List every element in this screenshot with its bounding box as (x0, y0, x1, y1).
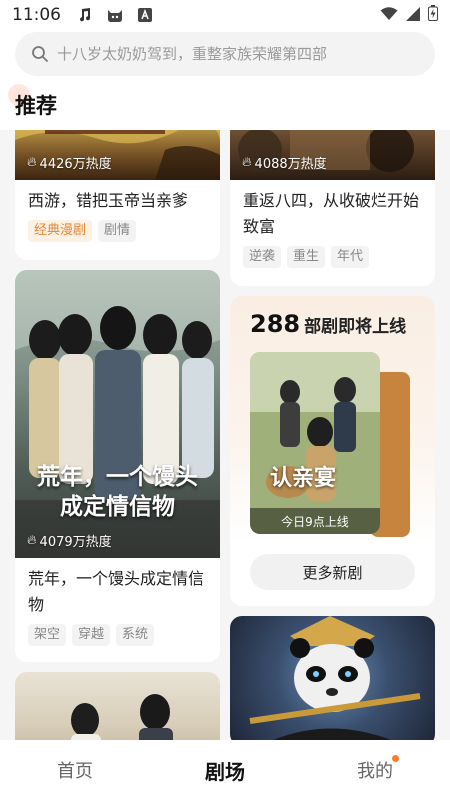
drama-card[interactable] (15, 672, 220, 740)
search-bar[interactable] (15, 32, 435, 76)
header: 推荐 (0, 30, 450, 130)
card-title: 重返八四，从收破烂开始致富 (243, 191, 420, 236)
tag: 重生 (287, 246, 326, 268)
flame-icon: 🔥︎ (27, 533, 37, 548)
cat-app-icon (105, 5, 125, 25)
search-input[interactable] (57, 45, 417, 63)
wifi-icon (380, 6, 398, 25)
flame-icon: 🔥︎ (242, 155, 252, 170)
poster-art (71, 694, 173, 740)
nav-mine[interactable]: 我的 (300, 755, 450, 783)
status-time: 11:06 (12, 5, 61, 25)
battery-icon (428, 5, 438, 25)
flame-icon: 🔥︎ (27, 155, 37, 170)
heat-indicator: 🔥︎ 4426万热度 (27, 153, 112, 172)
tag: 年代 (331, 246, 370, 268)
notification-dot (392, 755, 399, 762)
upcoming-poster[interactable]: 认亲宴 今日9点上线 (250, 352, 380, 534)
tag-list: 架空 穿越 系统 (15, 622, 220, 646)
heat-indicator: 🔥︎ 4079万热度 (27, 531, 112, 550)
more-new-dramas-button[interactable]: 更多新剧 (250, 554, 415, 590)
tag-list: 逆袭 重生 年代 (230, 244, 435, 268)
a-app-icon (135, 5, 155, 25)
bottom-nav: 首页 剧场 我的 (0, 740, 450, 800)
drama-feed[interactable]: 🔥︎ 4426万热度 西游，错把玉帝当亲爹 经典漫剧 剧情 🔥︎ 4088万热度… (0, 130, 450, 740)
search-icon (32, 46, 48, 62)
poster-title-line2: 成定情信物 (60, 494, 175, 520)
release-time: 今日9点上线 (250, 508, 380, 534)
drama-card[interactable] (230, 616, 435, 740)
tag: 经典漫剧 (28, 220, 93, 242)
nav-home[interactable]: 首页 (0, 757, 150, 783)
poster-title: 荒年，一个馒头 成定情信物 (15, 462, 220, 522)
drama-poster[interactable]: 荒年，一个馒头 成定情信物 🔥︎ 4079万热度 (15, 270, 220, 558)
heat-indicator: 🔥︎ 4088万热度 (242, 153, 327, 172)
section-title: 推荐 (15, 94, 57, 118)
drama-card[interactable]: 🔥︎ 4088万热度 重返八四，从收破烂开始致富 逆袭 重生 年代 (230, 130, 435, 286)
drama-poster[interactable]: 🔥︎ 4088万热度 (230, 130, 435, 180)
heat-text: 4079万热度 (39, 535, 112, 550)
poster-art (249, 616, 421, 740)
signal-icon (406, 6, 420, 25)
card-title: 西游，错把玉帝当亲爹 (28, 191, 189, 210)
tag: 剧情 (98, 220, 137, 242)
drama-poster[interactable]: 🔥︎ 4426万热度 (15, 130, 220, 180)
tag: 逆袭 (243, 246, 282, 268)
upcoming-poster-art (250, 352, 380, 534)
card-title: 荒年，一个馒头成定情信物 (28, 569, 205, 614)
tag: 系统 (116, 624, 155, 646)
upcoming-label: 部剧即将上线 (304, 317, 407, 337)
music-icon (75, 5, 95, 25)
poster-title-line1: 荒年，一个馒头 (37, 464, 198, 490)
upcoming-count: 288 (250, 310, 301, 338)
drama-poster[interactable] (230, 616, 435, 740)
upcoming-dramas-card[interactable]: 288 部剧即将上线 认亲宴 今日9点上线 更多新剧 (230, 296, 435, 606)
tag-list: 经典漫剧 剧情 (15, 218, 220, 242)
drama-poster[interactable] (15, 672, 220, 740)
tag: 穿越 (72, 624, 111, 646)
tag: 架空 (28, 624, 67, 646)
drama-card[interactable]: 🔥︎ 4426万热度 西游，错把玉帝当亲爹 经典漫剧 剧情 (15, 130, 220, 260)
upcoming-header: 288 部剧即将上线 (250, 310, 406, 338)
heat-text: 4088万热度 (254, 157, 327, 172)
upcoming-poster-title: 认亲宴 (270, 466, 337, 491)
heat-text: 4426万热度 (39, 157, 112, 172)
nav-mine-label: 我的 (357, 761, 393, 782)
nav-theater[interactable]: 剧场 (150, 756, 300, 785)
status-bar: 11:06 (0, 0, 450, 30)
drama-card[interactable]: 荒年，一个馒头 成定情信物 🔥︎ 4079万热度 荒年，一个馒头成定情信物 架空… (15, 270, 220, 662)
